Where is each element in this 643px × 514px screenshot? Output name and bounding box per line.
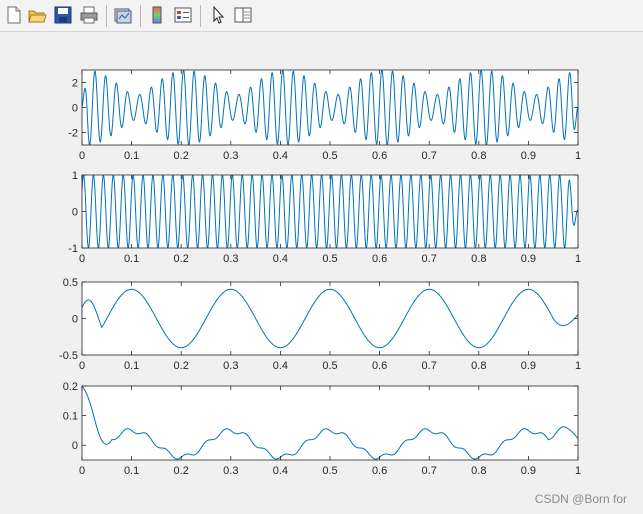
x-tick-label: 0.7 [422,360,437,372]
open-property-inspector-icon [234,7,252,23]
y-tick-label: 2 [72,78,78,90]
x-tick-label: 0.5 [322,465,337,477]
x-tick-label: 0.5 [322,360,337,372]
x-tick-label: 0.4 [273,253,288,265]
x-tick-label: 0.3 [223,150,238,162]
print-figure-icon [80,6,98,24]
toolbar-separator [140,5,141,27]
x-tick-label: 0 [79,360,85,372]
toolbar-separator [106,5,107,27]
axes-background [82,386,578,460]
y-tick-label: 0.2 [63,381,78,393]
x-tick-label: 0.1 [124,253,139,265]
edit-plot-button[interactable] [208,5,228,25]
insert-legend-icon [174,7,192,23]
open-property-inspector-button[interactable] [233,5,253,25]
x-tick-label: 0.2 [174,360,189,372]
subplot-figure: 0 0.1 0.2 0.3 0.4 0.5 0.6 0.7 0.8 0.9 1-2020 0.1 0.2… [0,32,632,514]
y-tick-label: -2 [68,128,78,140]
new-figure-button[interactable] [4,5,24,25]
new-figure-icon [7,6,21,24]
y-tick-label: 0 [72,207,78,219]
link-plot-icon [114,8,132,24]
x-tick-label: 0.5 [322,253,337,265]
x-tick-label: 1 [575,253,581,265]
x-tick-label: 0.9 [521,465,536,477]
figure-toolbar [0,0,643,32]
y-tick-label: 0 [72,103,78,115]
x-tick-label: 0.8 [471,465,486,477]
x-tick-label: 0.7 [422,150,437,162]
y-tick-label: -0.5 [59,350,78,362]
x-tick-label: 0.1 [124,150,139,162]
x-tick-label: 0.3 [223,465,238,477]
x-tick-label: 0.9 [521,150,536,162]
x-tick-label: 0.3 [223,253,238,265]
x-tick-label: 0.6 [372,465,387,477]
save-figure-button[interactable] [53,5,73,25]
watermark: CSDN @Born for [534,492,627,506]
y-tick-label: 0 [72,440,78,452]
x-tick-label: 0.8 [471,150,486,162]
x-tick-label: 0.6 [372,150,387,162]
x-tick-label: 0.8 [471,253,486,265]
insert-colorbar-icon [152,6,162,24]
print-figure-button[interactable] [79,5,99,25]
insert-colorbar-button[interactable] [147,5,167,25]
x-tick-label: 0.4 [273,465,288,477]
x-tick-label: 0.1 [124,360,139,372]
x-tick-label: 0.6 [372,253,387,265]
x-tick-label: 0.7 [422,253,437,265]
x-tick-label: 0.2 [174,465,189,477]
x-tick-label: 0.4 [273,150,288,162]
x-tick-label: 0.9 [521,360,536,372]
insert-legend-button[interactable] [173,5,193,25]
y-tick-label: 0.1 [63,411,78,423]
y-tick-label: 1 [72,170,78,182]
y-tick-label: 0 [72,314,78,326]
save-figure-icon [54,6,72,24]
x-tick-label: 0 [79,465,85,477]
x-tick-label: 0.6 [372,360,387,372]
x-tick-label: 1 [575,360,581,372]
x-tick-label: 0.3 [223,360,238,372]
edit-plot-icon [213,5,225,24]
open-file-icon [28,10,47,23]
x-tick-label: 0.8 [471,360,486,372]
toolbar-separator [200,5,201,27]
x-tick-label: 0.1 [124,465,139,477]
x-tick-label: 0.9 [521,253,536,265]
y-tick-label: -1 [68,243,78,255]
x-tick-label: 0.2 [174,150,189,162]
y-tick-label: 0.5 [63,277,78,289]
x-tick-label: 0.2 [174,253,189,265]
link-plot-button[interactable] [113,5,133,25]
x-tick-label: 0.7 [422,465,437,477]
x-tick-label: 0.5 [322,150,337,162]
x-tick-label: 0 [79,253,85,265]
x-tick-label: 0.4 [273,360,288,372]
x-tick-label: 0 [79,150,85,162]
x-tick-label: 1 [575,150,581,162]
figure-canvas: 0 0.1 0.2 0.3 0.4 0.5 0.6 0.7 0.8 0.9 1 -2 0 2 0 0.1 0.2… [0,32,643,514]
x-tick-label: 1 [575,465,581,477]
open-file-button[interactable] [27,5,47,25]
